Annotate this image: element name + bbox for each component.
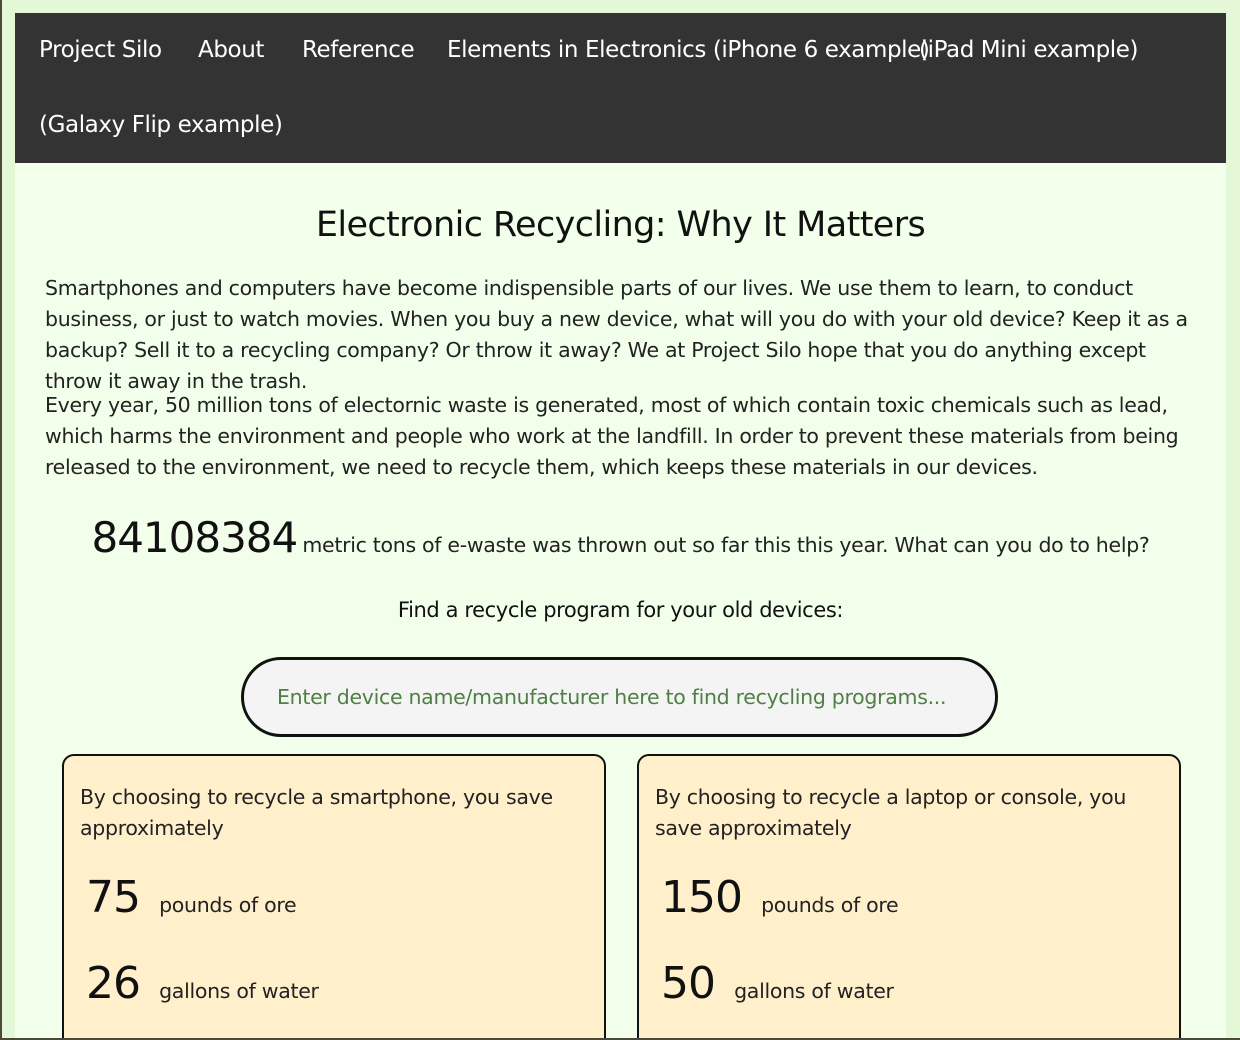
e-waste-counter-value: 84108384 (91, 513, 298, 562)
intro-paragraph: Smartphones and computers have become in… (45, 276, 1188, 393)
smartphone-ore-unit: pounds of ore (159, 893, 297, 917)
e-waste-counter-text: metric tons of e-waste was thrown out so… (302, 533, 1150, 557)
e-waste-counter: 84108384 metric tons of e-waste was thro… (15, 508, 1226, 568)
e-waste-paragraph: Every year, 50 million tons of electorni… (45, 393, 1179, 479)
laptop-ore-value: 150 (661, 872, 743, 923)
smartphone-water-value: 26 (86, 958, 141, 1009)
smartphone-water-stat: 26 gallons of water (86, 958, 319, 1009)
main-content: Electronic Recycling: Why It Matters Sma… (15, 163, 1226, 1038)
smartphone-savings-card: By choosing to recycle a smartphone, you… (62, 754, 606, 1038)
nav-link-project-silo[interactable]: Project Silo (39, 36, 162, 64)
recycling-search-input[interactable] (241, 657, 998, 737)
nav-link-about[interactable]: About (198, 36, 264, 64)
nav-link-elements-iphone6[interactable]: Elements in Electronics (iPhone 6 exampl… (447, 36, 930, 64)
nav-link-ipad-mini[interactable]: (iPad Mini example) (919, 36, 1138, 64)
top-navigation-bar: Project Silo About Reference Elements in… (15, 13, 1226, 163)
laptop-card-intro: By choosing to recycle a laptop or conso… (655, 785, 1127, 840)
find-program-label: Find a recycle program for your old devi… (397, 598, 844, 622)
nav-link-galaxy-flip[interactable]: (Galaxy Flip example) (39, 111, 283, 139)
smartphone-ore-stat: 75 pounds of ore (86, 872, 297, 923)
nav-link-reference[interactable]: Reference (302, 36, 415, 64)
laptop-water-stat: 50 gallons of water (661, 958, 894, 1009)
browser-viewport: Project Silo About Reference Elements in… (2, 0, 1240, 1038)
laptop-ore-stat: 150 pounds of ore (661, 872, 899, 923)
laptop-water-unit: gallons of water (734, 979, 894, 1003)
smartphone-water-unit: gallons of water (159, 979, 319, 1003)
laptop-ore-unit: pounds of ore (761, 893, 899, 917)
smartphone-ore-value: 75 (86, 872, 141, 923)
page-title: Electronic Recycling: Why It Matters (315, 205, 926, 245)
laptop-console-savings-card: By choosing to recycle a laptop or conso… (637, 754, 1181, 1038)
smartphone-card-intro: By choosing to recycle a smartphone, you… (80, 785, 553, 840)
laptop-water-value: 50 (661, 958, 716, 1009)
